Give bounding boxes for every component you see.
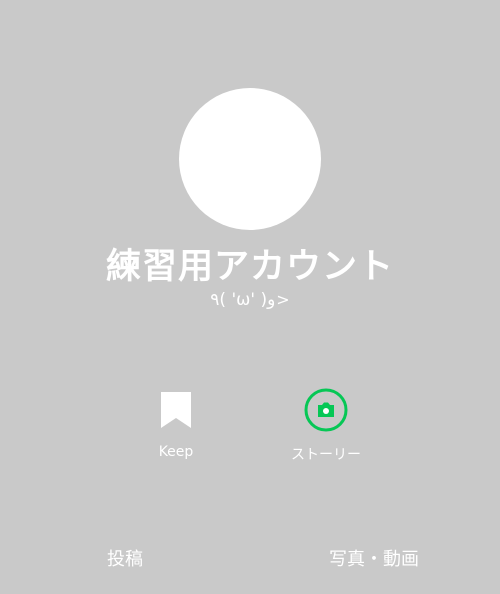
tab-photos-videos[interactable]: 写真・動画 [329, 545, 419, 571]
bookmark-icon [160, 391, 192, 433]
keep-label: Keep [158, 444, 194, 460]
keep-button[interactable]: Keep [116, 390, 236, 460]
story-label: ストーリー [291, 447, 361, 463]
story-button[interactable]: ストーリー [266, 388, 386, 464]
chevron-right-icon: > [276, 290, 290, 309]
camera-icon [304, 388, 348, 436]
tab-posts[interactable]: 投稿 [107, 545, 143, 571]
status-message-link[interactable]: ٩( 'ω' )و> [0, 290, 500, 310]
status-message: ٩( 'ω' )و [210, 290, 276, 310]
profile-name: 練習用アカウント [105, 247, 394, 287]
profile-avatar[interactable] [179, 88, 321, 230]
